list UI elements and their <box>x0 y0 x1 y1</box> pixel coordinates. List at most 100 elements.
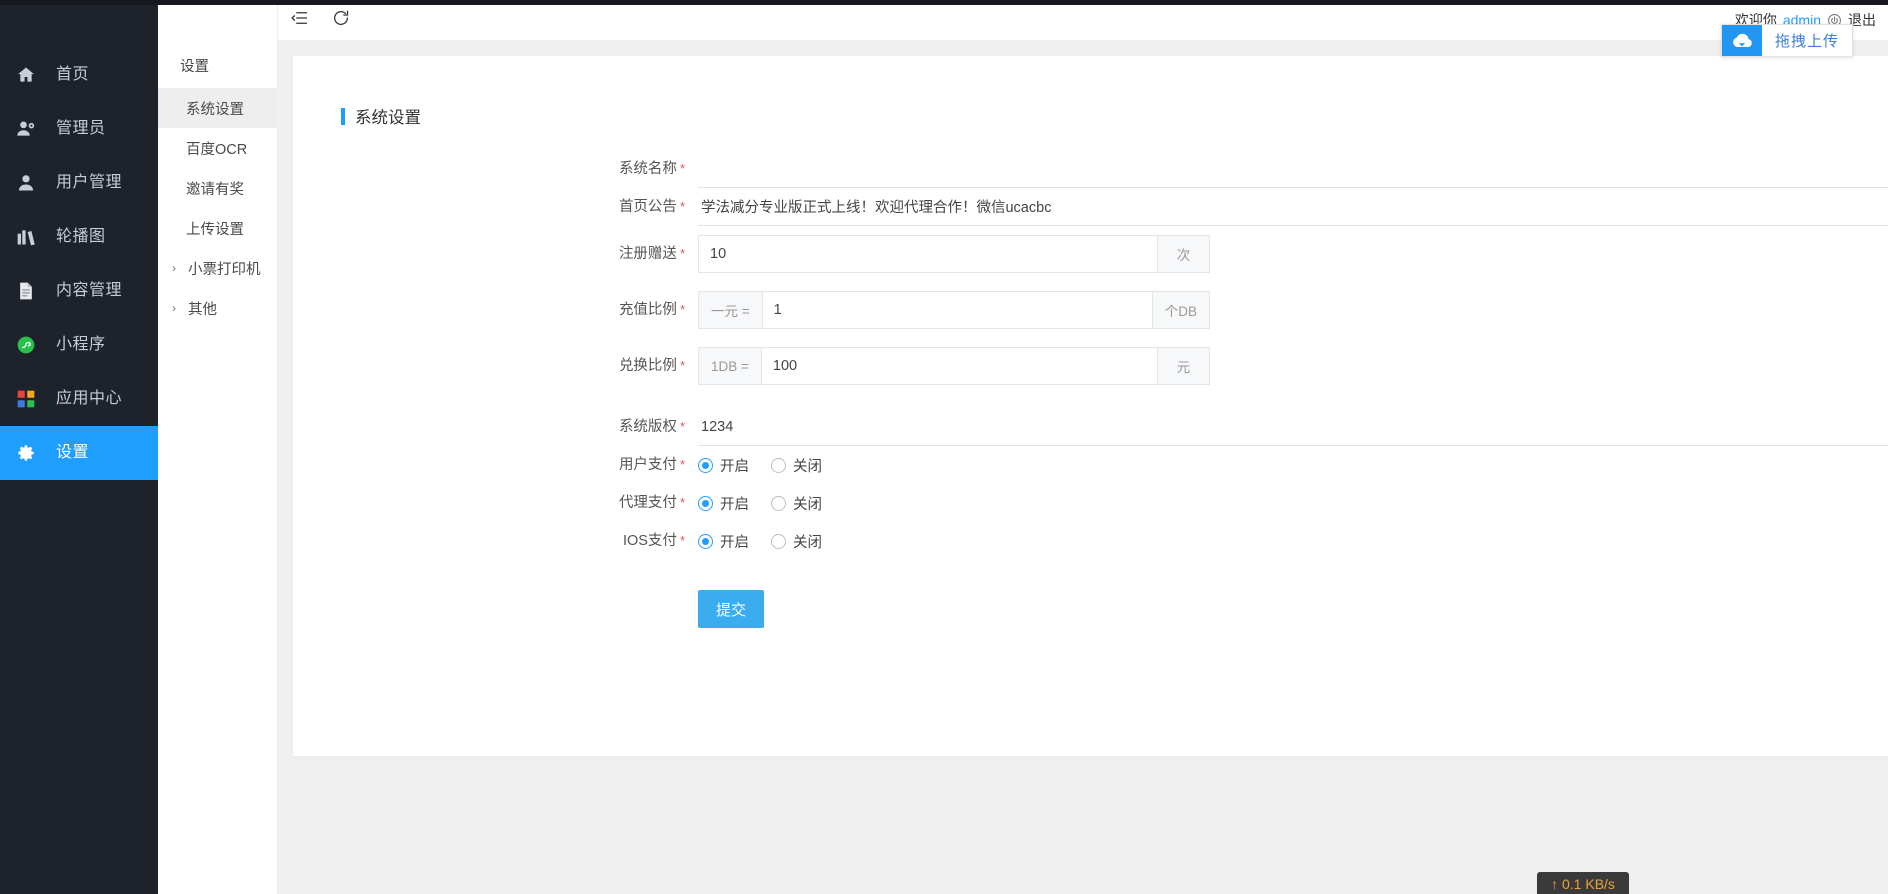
cloud-upload-icon <box>1722 25 1762 56</box>
user-payment-radio-group: 开启 关闭 <box>698 446 1888 484</box>
upload-arrow-icon: ↑ <box>1551 876 1558 892</box>
submenu-item-baidu-ocr[interactable]: 百度OCR <box>158 128 277 168</box>
radio-label: 关闭 <box>793 493 822 514</box>
required-mark: * <box>680 358 685 373</box>
user-payment-radio-off[interactable]: 关闭 <box>771 455 822 476</box>
agent-payment-radio-off[interactable]: 关闭 <box>771 493 822 514</box>
radio-indicator <box>698 458 713 473</box>
label-text: 用户支付 <box>619 457 677 473</box>
user-icon <box>16 172 42 194</box>
label-system-name: 系统名称* <box>293 150 698 188</box>
sidebar-item-app-center[interactable]: 应用中心 <box>0 372 158 426</box>
submenu-item-receipt-printer[interactable]: › 小票打印机 <box>158 248 277 288</box>
drag-upload-widget[interactable]: 拖拽上传 <box>1721 24 1853 57</box>
sidebar-item-settings[interactable]: 设置 <box>0 426 158 480</box>
agent-payment-radio-group: 开启 关闭 <box>698 484 1888 522</box>
form-row-exchange-ratio: 兑换比例* 1DB = 元 <box>293 338 1888 394</box>
admin-icon <box>16 118 42 140</box>
submit-button[interactable]: 提交 <box>698 590 764 628</box>
title-accent-bar <box>341 108 345 125</box>
ios-payment-radio-on[interactable]: 开启 <box>698 531 749 552</box>
gear-icon <box>16 442 42 464</box>
sidebar-item-admin[interactable]: 管理员 <box>0 102 158 156</box>
settings-card: 系统设置 系统名称* 首页公告* <box>292 55 1888 757</box>
submenu-item-upload-settings[interactable]: 上传设置 <box>158 208 277 248</box>
submenu-title: 设置 <box>158 42 277 88</box>
required-mark: * <box>680 495 685 510</box>
agent-payment-radio-on[interactable]: 开启 <box>698 493 749 514</box>
ios-payment-radio-off[interactable]: 关闭 <box>771 531 822 552</box>
label-ios-payment: IOS支付* <box>293 522 698 560</box>
radio-label: 开启 <box>720 455 749 476</box>
required-mark: * <box>680 246 685 261</box>
radio-indicator <box>698 496 713 511</box>
content-area: 系统设置 系统名称* 首页公告* <box>278 41 1888 894</box>
sidebar-item-label: 内容管理 <box>56 283 122 299</box>
submenu-item-label: 邀请有奖 <box>186 178 244 199</box>
window-top-strip <box>0 0 1888 5</box>
secondary-sidebar: 设置 系统设置 百度OCR 邀请有奖 上传设置 › 小票打印机 › 其他 <box>158 0 278 894</box>
submenu-item-invite-reward[interactable]: 邀请有奖 <box>158 168 277 208</box>
exchange-ratio-input[interactable] <box>761 347 1158 385</box>
network-speed-badge: ↑ 0.1 KB/s <box>1537 872 1629 894</box>
radio-label: 开启 <box>720 531 749 552</box>
form-row-home-announcement: 首页公告* <box>293 188 1888 226</box>
field-wrap-user-payment: 开启 关闭 <box>698 446 1888 484</box>
appcenter-icon <box>16 388 42 410</box>
sidebar-item-home[interactable]: 首页 <box>0 48 158 102</box>
submenu-item-system-settings[interactable]: 系统设置 <box>158 88 277 128</box>
home-announcement-input[interactable] <box>698 188 1888 226</box>
radio-indicator <box>771 534 786 549</box>
system-name-input[interactable] <box>698 150 1888 188</box>
top-header: 欢迎你 admin 退出 <box>278 0 1888 41</box>
required-mark: * <box>680 457 685 472</box>
app-root: 首页 管理员 用户管理 轮播图 内容管理 <box>0 0 1888 894</box>
label-text: 充值比例 <box>619 302 677 318</box>
radio-label: 关闭 <box>793 531 822 552</box>
form-row-recharge-ratio: 充值比例* 一元 = 个DB <box>293 282 1888 338</box>
register-gift-suffix: 次 <box>1158 235 1210 273</box>
main-area: 欢迎你 admin 退出 系统设置 <box>278 0 1888 894</box>
drag-upload-label: 拖拽上传 <box>1762 25 1852 56</box>
radio-indicator <box>698 534 713 549</box>
carousel-icon <box>16 226 42 248</box>
chevron-right-icon: › <box>172 261 186 275</box>
form-row-user-payment: 用户支付* 开启 关闭 <box>293 446 1888 484</box>
submenu-item-label: 百度OCR <box>186 138 247 159</box>
submenu-item-label: 其他 <box>188 298 217 319</box>
exchange-ratio-prefix: 1DB = <box>698 347 761 385</box>
submenu-item-other[interactable]: › 其他 <box>158 288 277 328</box>
document-icon <box>16 280 42 302</box>
recharge-ratio-input[interactable] <box>762 291 1153 329</box>
primary-sidebar: 首页 管理员 用户管理 轮播图 内容管理 <box>0 0 158 894</box>
form-row-register-gift: 注册赠送* 次 <box>293 226 1888 282</box>
collapse-menu-button[interactable] <box>278 0 320 41</box>
sidebar-item-user-management[interactable]: 用户管理 <box>0 156 158 210</box>
label-text: 注册赠送 <box>619 246 677 262</box>
form-row-system-name: 系统名称* <box>293 150 1888 188</box>
refresh-button[interactable] <box>320 0 362 41</box>
form-row-system-copyright: 系统版权* <box>293 408 1888 446</box>
sidebar-item-label: 应用中心 <box>56 391 122 407</box>
field-wrap-recharge-ratio: 一元 = 个DB <box>698 291 1888 329</box>
required-mark: * <box>680 161 685 176</box>
sidebar-item-label: 首页 <box>56 67 89 83</box>
register-gift-input[interactable] <box>698 235 1158 273</box>
exchange-ratio-input-group: 1DB = 元 <box>698 347 1210 385</box>
sidebar-item-label: 轮播图 <box>56 229 106 245</box>
recharge-ratio-input-group: 一元 = 个DB <box>698 291 1210 329</box>
exchange-ratio-suffix: 元 <box>1158 347 1210 385</box>
sidebar-item-carousel[interactable]: 轮播图 <box>0 210 158 264</box>
label-text: 兑换比例 <box>619 358 677 374</box>
sidebar-item-content-management[interactable]: 内容管理 <box>0 264 158 318</box>
radio-indicator <box>771 458 786 473</box>
required-mark: * <box>680 419 685 434</box>
field-wrap-system-name <box>698 150 1888 188</box>
page-title: 系统设置 <box>293 56 1888 128</box>
submenu-item-label: 小票打印机 <box>188 258 261 279</box>
page-title-text: 系统设置 <box>355 104 421 128</box>
user-payment-radio-on[interactable]: 开启 <box>698 455 749 476</box>
system-copyright-input[interactable] <box>698 408 1888 446</box>
sidebar-item-miniapp[interactable]: 小程序 <box>0 318 158 372</box>
system-settings-form: 系统名称* 首页公告* <box>293 128 1888 628</box>
